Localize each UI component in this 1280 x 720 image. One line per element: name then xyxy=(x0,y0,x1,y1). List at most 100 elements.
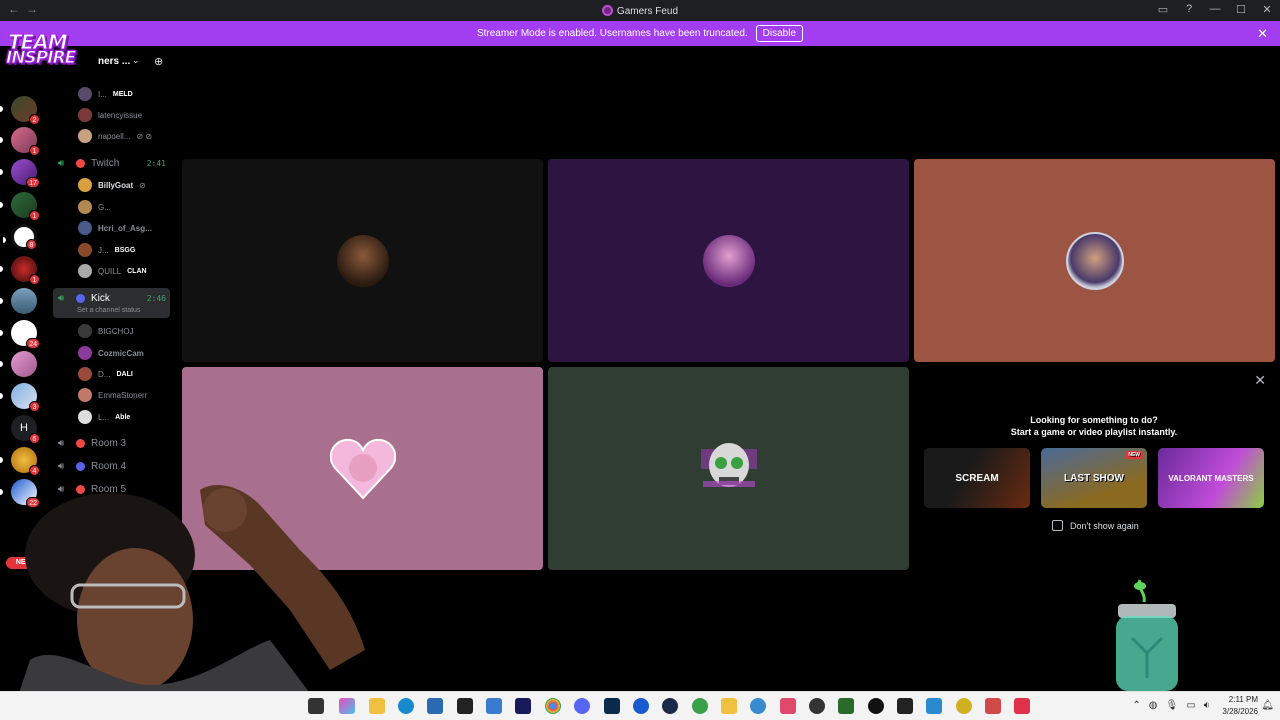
list-item[interactable]: BIGCHOJ xyxy=(78,323,134,339)
participant-tile[interactable] xyxy=(548,367,909,570)
close-icon[interactable]: ✕ xyxy=(1254,372,1266,389)
inbox-icon[interactable]: ▭ xyxy=(1156,3,1170,16)
display-icon[interactable]: ▭ xyxy=(1186,700,1195,711)
channel-dot xyxy=(76,438,85,448)
chevron-down-icon[interactable]: ⌄ xyxy=(132,55,140,66)
search-icon[interactable] xyxy=(308,698,324,714)
close-icon[interactable]: ✕ xyxy=(1260,3,1274,16)
minimize-icon[interactable]: — xyxy=(1208,3,1222,16)
game-card-scream[interactable]: SCREAM xyxy=(924,448,1030,508)
channel-name: Room 3 xyxy=(91,437,127,449)
game-card-last-show[interactable]: LAST SHOW NEW xyxy=(1041,448,1147,508)
list-item[interactable]: napoell... ⊘ ⊘ xyxy=(78,128,152,144)
chrome-icon[interactable] xyxy=(545,698,561,714)
member-name: EmmaStonerr xyxy=(98,390,148,400)
checkbox[interactable] xyxy=(1052,520,1063,531)
list-item[interactable]: CozmicCam xyxy=(78,345,144,361)
avatar xyxy=(78,129,92,143)
speaker-icon: 🔊︎ xyxy=(58,437,65,449)
participant-tile[interactable] xyxy=(914,159,1275,362)
app-icon[interactable] xyxy=(985,698,1001,714)
badge: 8 xyxy=(26,239,37,250)
speaker-icon: 🔊︎ xyxy=(58,292,65,304)
epic-games-icon[interactable] xyxy=(457,698,473,714)
list-item[interactable]: J... BSGG xyxy=(78,242,135,258)
list-item[interactable]: G... xyxy=(78,199,111,215)
channel-status[interactable]: Set a channel status xyxy=(77,307,140,314)
voice-channel-kick[interactable]: 🔊︎ Kick 2:46 xyxy=(58,289,170,307)
mic-icon[interactable]: 🎙︎ xyxy=(1166,700,1179,711)
mute-icon: ⊘ ⊘ xyxy=(136,131,153,141)
list-item[interactable]: D... DALI xyxy=(78,366,133,382)
app-icon[interactable] xyxy=(926,698,942,714)
lightroom-icon[interactable] xyxy=(604,698,620,714)
list-item[interactable]: L... Able xyxy=(78,409,130,425)
dont-show-again[interactable]: Don't show again xyxy=(1052,520,1139,531)
edge-icon[interactable] xyxy=(398,698,414,714)
game-title: LAST SHOW xyxy=(1064,472,1124,484)
steam-icon[interactable] xyxy=(662,698,678,714)
server-icon[interactable]: 1 xyxy=(0,256,40,285)
avatar xyxy=(78,221,92,235)
member-name: BIGCHOJ xyxy=(98,326,134,336)
clock[interactable]: 2:11 PM 3/28/2026 xyxy=(1222,694,1258,718)
obs-icon[interactable] xyxy=(809,698,825,714)
member-tag: DALI xyxy=(116,370,133,378)
server-icon[interactable]: 24 xyxy=(0,320,40,349)
network-icon[interactable]: ◍ xyxy=(1149,700,1158,711)
xbox-icon[interactable] xyxy=(692,698,708,714)
member-tag: BSGG xyxy=(114,246,136,254)
server-icon[interactable]: 2 xyxy=(0,96,40,125)
app-icon[interactable] xyxy=(956,698,972,714)
server-icon[interactable]: H6 xyxy=(11,415,40,444)
avatar xyxy=(78,243,92,257)
add-member-icon[interactable]: ⊕ xyxy=(154,55,163,68)
server-letter: H xyxy=(20,422,28,434)
team-inspire-logo: TEAM INSPIRE xyxy=(2,18,102,73)
list-item[interactable]: EmmaStonerr xyxy=(78,387,147,403)
battlenet-icon[interactable] xyxy=(750,698,766,714)
app-icon[interactable] xyxy=(868,698,884,714)
banner-close-icon[interactable]: ✕ xyxy=(1257,26,1268,42)
clock-time: 2:11 PM xyxy=(1228,695,1258,704)
game-card-valorant[interactable]: VALORANT MASTERS xyxy=(1158,448,1264,508)
volume-icon[interactable]: 🔉︎ xyxy=(1204,700,1210,711)
list-item[interactable]: Hcri_of_Asg... xyxy=(78,220,152,236)
app-icon[interactable] xyxy=(1014,698,1030,714)
window-title-text: Gamers Feud xyxy=(616,6,679,17)
ea-icon[interactable] xyxy=(633,698,649,714)
list-item[interactable]: QUILL CLAN xyxy=(78,263,147,279)
disable-button[interactable]: Disable xyxy=(755,25,804,42)
server-icon[interactable] xyxy=(0,351,37,377)
list-item[interactable]: latencyissue xyxy=(78,107,142,123)
help-icon[interactable]: ? xyxy=(1182,3,1196,16)
participant-tile[interactable] xyxy=(548,159,909,362)
server-icon[interactable]: 1 xyxy=(0,192,40,221)
list-item[interactable]: BillyGoat ⊘ xyxy=(78,177,146,193)
server-icon[interactable]: 17 xyxy=(0,159,40,188)
member-tag: MELD xyxy=(112,90,133,98)
chevron-up-icon[interactable]: ⌃ xyxy=(1132,700,1140,711)
app-icon[interactable] xyxy=(897,698,913,714)
list-item[interactable]: I... MELD xyxy=(78,86,133,102)
rockstar-icon[interactable] xyxy=(721,698,737,714)
server-name[interactable]: ners ... xyxy=(98,56,130,67)
store-icon[interactable] xyxy=(427,698,443,714)
member-name: I... xyxy=(98,89,107,99)
premiere-icon[interactable] xyxy=(515,698,531,714)
server-icon[interactable]: 3 xyxy=(0,383,40,412)
music-icon[interactable] xyxy=(780,698,796,714)
file-explorer-icon[interactable] xyxy=(369,698,385,714)
participant-tile[interactable] xyxy=(182,159,543,362)
notification-icon[interactable]: 🔔︎ xyxy=(1261,700,1274,711)
copilot-icon[interactable] xyxy=(339,698,355,714)
server-icon[interactable]: 1 xyxy=(0,127,40,156)
maximize-icon[interactable]: ☐ xyxy=(1234,3,1248,16)
app-icon[interactable] xyxy=(838,698,854,714)
app-icon[interactable] xyxy=(486,698,502,714)
server-icon[interactable]: 8 xyxy=(3,224,37,250)
discord-icon[interactable] xyxy=(574,698,590,714)
voice-channel-twitch[interactable]: 🔊︎ Twitch 2:41 xyxy=(58,154,170,172)
server-icon[interactable] xyxy=(0,288,37,314)
voice-channel-room-3[interactable]: 🔊︎ Room 3 xyxy=(58,434,170,452)
